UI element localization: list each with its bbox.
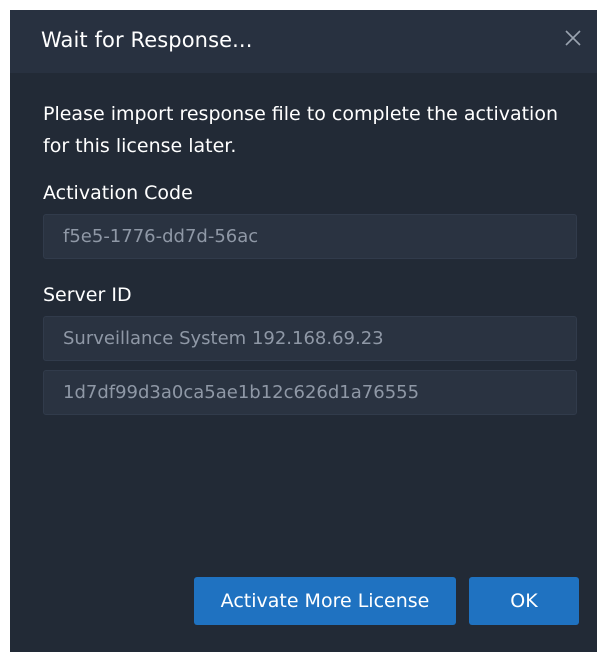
server-name-field[interactable]: Surveillance System 192.168.69.23: [43, 316, 577, 361]
activation-code-field[interactable]: f5e5-1776-dd7d-56ac: [43, 214, 577, 259]
dialog-message: Please import response file to complete …: [43, 103, 559, 157]
server-id-label: Server ID: [43, 284, 132, 306]
close-button[interactable]: [559, 24, 587, 52]
server-id-field[interactable]: 1d7df99d3a0ca5ae1b12c626d1a76555: [43, 370, 577, 415]
dialog-titlebar: Wait for Response...: [10, 10, 597, 73]
activation-code-label: Activation Code: [43, 182, 193, 204]
close-icon: [559, 24, 587, 52]
activate-more-license-button[interactable]: Activate More License: [194, 577, 456, 625]
dialog-title: Wait for Response...: [41, 28, 253, 52]
wait-for-response-dialog: Wait for Response... Please import respo…: [10, 10, 597, 652]
ok-button[interactable]: OK: [469, 577, 579, 625]
